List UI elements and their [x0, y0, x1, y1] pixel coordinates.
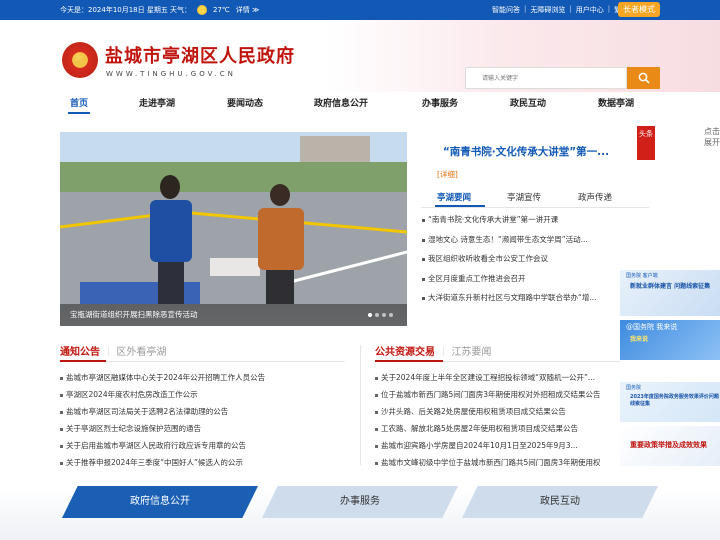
- list-item[interactable]: 盐城市文峰初级中学位于盐城市新西门路共5间门面房3年期使用权: [375, 454, 620, 471]
- tab-jiangsu-news[interactable]: 江苏要闻: [451, 347, 491, 358]
- list-item[interactable]: 关于亭湖区烈士纪念设施保护范围的通告: [60, 420, 350, 437]
- section-notices-header: 通知公告 ｜ 区外看亭湖: [60, 347, 167, 358]
- list-item[interactable]: 盐城市亭湖区司法局关于选聘2名法律助理的公告: [60, 403, 350, 420]
- site-title[interactable]: 盐城市亭湖区人民政府: [105, 42, 295, 68]
- slider-dots: [368, 313, 393, 317]
- top-link-accessibility[interactable]: 无障碍浏览: [530, 5, 565, 15]
- tab-gov-voice[interactable]: 政声传递: [578, 191, 612, 203]
- side-banners: 国务院 客户端 新就业群体建言 问题线索征集 @国务院 我来说 我来说 国务院 …: [620, 270, 720, 470]
- section-active-indicator: [60, 360, 106, 362]
- slider-photo: [60, 132, 407, 304]
- headline-detail-link[interactable]: [详细]: [437, 169, 458, 180]
- nav-home[interactable]: 首页: [70, 96, 88, 109]
- list-item[interactable]: 关于2024年度上半年全区建设工程招投标领域“双随机一公开”...: [375, 369, 620, 386]
- banner-text: 2023年度国务院政务服务效果评价问题线索征集: [630, 394, 719, 407]
- national-emblem-icon: ★: [62, 42, 98, 78]
- headline-title[interactable]: “南青书院·文化传承大讲堂”第一...: [421, 144, 631, 159]
- list-item[interactable]: 我区组织收听收看全市公安工作会议: [421, 249, 649, 269]
- nav-interaction[interactable]: 政民互动: [510, 96, 546, 109]
- section-trading-header: 公共资源交易 ｜ 江苏要闻: [375, 347, 492, 358]
- banner-employment[interactable]: 国务院 客户端 新就业群体建言 问题线索征集: [620, 270, 720, 316]
- photo-slider[interactable]: 宝瓶湖街道组织开展扫黑除恶宣传活动: [60, 132, 407, 326]
- list-item[interactable]: 全区月度重点工作推进会召开: [421, 269, 649, 289]
- top-links: 智能问答| 无障碍浏览| 用户中心| 繁體: [492, 5, 628, 15]
- tab-tinghu-news[interactable]: 亭湖要闻: [437, 191, 471, 203]
- top-bar: 今天是：2024年10月18日 星期五 天气： 27℃ 详情 ≫ 智能问答 | 无…: [0, 0, 720, 20]
- list-item[interactable]: 盐城市迎宾路小学房屋自2024年10月1日至2025年9月3...: [375, 437, 620, 454]
- top-link-user-center[interactable]: 用户中心: [576, 5, 604, 15]
- nav-news[interactable]: 要闻动态: [227, 96, 263, 109]
- list-item[interactable]: 工农路、解放北路5处房屋2年使用权租赁项目成交结果公告: [375, 420, 620, 437]
- weather-label: 天气：: [170, 6, 191, 14]
- side-expand-tab[interactable]: 点击展开: [704, 126, 720, 184]
- tab-active-indicator: [435, 205, 485, 207]
- nav-data-tinghu[interactable]: 数据亭湖: [598, 96, 634, 109]
- list-item[interactable]: 亭湖区2024年度农村危房改造工作公示: [60, 386, 350, 403]
- banner-text: 重要政策举措及成效效果: [630, 441, 707, 449]
- list-item[interactable]: 湿地文心 诗意生态！“濒闻带生态文学周”活动...: [421, 230, 649, 250]
- list-item[interactable]: 关于启用盐城市亭湖区人民政府行政应诉专用章的公告: [60, 437, 350, 454]
- banner-tag: @国务院 我来说: [626, 323, 678, 331]
- banner-policy[interactable]: 重要政策举措及成效效果: [620, 426, 720, 466]
- list-item[interactable]: 大洋街道东升新村社区与文翔路中学联合举办“增...: [421, 288, 649, 308]
- slider-dot[interactable]: [375, 313, 379, 317]
- banner-tag: 国务院: [626, 385, 642, 391]
- site-header: ★ 盐城市亭湖区人民政府 WWW.TINGHU.GOV.CN: [0, 20, 720, 92]
- slider-dot[interactable]: [368, 313, 372, 317]
- main-nav: 首页 走进亭湖 要闻动态 政府信息公开 办事服务 政民互动 数据亭湖: [60, 92, 660, 116]
- list-item[interactable]: “南青书院·文化传承大讲堂”第一讲开课: [421, 210, 649, 230]
- current-date: 今天是：2024年10月18日 星期五: [60, 6, 168, 14]
- tab-outside-view[interactable]: 区外看亭湖: [116, 347, 166, 358]
- banner-tag: 国务院 客户端: [626, 273, 658, 279]
- trading-list: 关于2024年度上半年全区建设工程招投标领域“双随机一公开”... 位于盐城市新…: [375, 369, 620, 471]
- list-item[interactable]: 关于推荐申报2024年三季度“中国好人”候选人的公示: [60, 454, 350, 471]
- search-input[interactable]: [465, 67, 627, 89]
- banner-evaluation[interactable]: 国务院 2023年度国务院政务服务效果评价问题线索征集: [620, 382, 720, 422]
- headline-badge: 头条: [637, 126, 655, 160]
- nav-active-indicator: [68, 112, 90, 114]
- notices-list: 盐城市亭湖区融媒体中心关于2024年公开招聘工作人员公告 亭湖区2024年度农村…: [60, 369, 350, 471]
- tab-public-trading[interactable]: 公共资源交易: [375, 347, 435, 358]
- sun-icon: [197, 5, 207, 15]
- weather-detail-link[interactable]: 详情 ≫: [236, 5, 260, 15]
- weather-temp: 27℃: [213, 6, 230, 14]
- elder-mode-button[interactable]: 长者模式: [618, 2, 660, 17]
- list-item[interactable]: 位于盐城市新西门路5间门面房3年期使用权对外招租成交结果公告: [375, 386, 620, 403]
- banner-state-council[interactable]: @国务院 我来说 我来说: [620, 320, 720, 360]
- bottom-tab-services[interactable]: 办事服务: [262, 486, 458, 518]
- bottom-tab-interaction[interactable]: 政民互动: [462, 486, 658, 518]
- tab-tinghu-publicity[interactable]: 亭湖宣传: [507, 191, 541, 203]
- bottom-tab-gov-info[interactable]: 政府信息公开: [62, 486, 258, 518]
- top-link-qa[interactable]: 智能问答: [492, 5, 520, 15]
- list-item[interactable]: 盐城市亭湖区融媒体中心关于2024年公开招聘工作人员公告: [60, 369, 350, 386]
- news-tabs: 亭湖要闻 亭湖宣传 政声传递: [421, 188, 649, 208]
- nav-gov-info[interactable]: 政府信息公开: [314, 96, 368, 109]
- tab-notices[interactable]: 通知公告: [60, 347, 100, 358]
- slider-caption[interactable]: 宝瓶湖街道组织开展扫黑除恶宣传活动: [70, 309, 198, 320]
- nav-about-tinghu[interactable]: 走进亭湖: [139, 96, 175, 109]
- banner-text: 新就业群体建言 问题线索征集: [630, 283, 711, 290]
- search-button[interactable]: [627, 67, 660, 89]
- banner-text: 我来说: [630, 336, 649, 343]
- slider-dot[interactable]: [389, 313, 393, 317]
- list-item[interactable]: 沙井头路、后关路2处房屋使用权租赁项目成交结果公告: [375, 403, 620, 420]
- slider-dot[interactable]: [382, 313, 386, 317]
- weather: 天气： 27℃ 详情 ≫: [170, 5, 259, 15]
- site-url: WWW.TINGHU.GOV.CN: [106, 70, 236, 78]
- news-list: “南青书院·文化传承大讲堂”第一讲开课 湿地文心 诗意生态！“濒闻带生态文学周”…: [421, 210, 649, 308]
- nav-services[interactable]: 办事服务: [422, 96, 458, 109]
- section-active-indicator: [375, 360, 443, 362]
- section-divider: [360, 345, 361, 465]
- search-icon: [638, 72, 650, 84]
